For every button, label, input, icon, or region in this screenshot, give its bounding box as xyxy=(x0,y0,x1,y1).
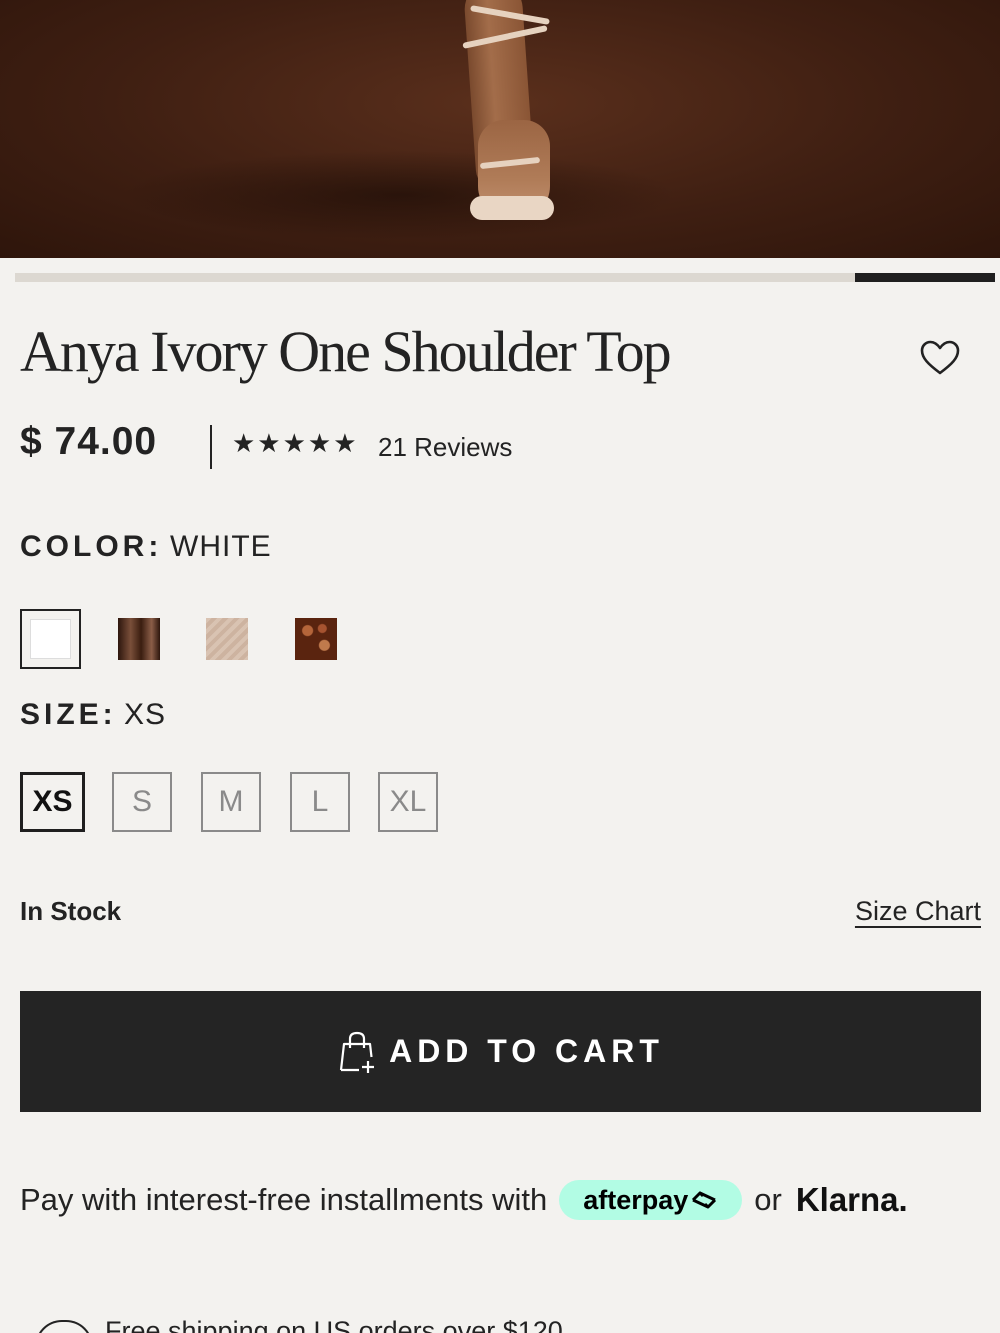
rating-stars[interactable]: ★★★★★ xyxy=(232,428,359,459)
add-to-cart-button[interactable]: ADD TO CART xyxy=(20,991,981,1112)
color-swatch-rust-print[interactable] xyxy=(295,618,337,660)
wishlist-button[interactable] xyxy=(918,338,962,378)
payment-or: or xyxy=(754,1182,782,1217)
color-value: WHITE xyxy=(170,530,272,563)
carousel-progress-fill xyxy=(855,273,995,282)
afterpay-badge[interactable]: afterpay xyxy=(559,1180,743,1220)
size-option-m[interactable]: M xyxy=(201,772,261,832)
image-shadow xyxy=(120,150,680,240)
size-chart-link[interactable]: Size Chart xyxy=(855,896,981,927)
product-title: Anya Ivory One Shoulder Top xyxy=(20,319,672,384)
size-value: XS xyxy=(124,698,167,731)
product-page: Anya Ivory One Shoulder Top $ 74.00 ★★★★… xyxy=(0,0,1000,1333)
reviews-link[interactable]: 21 Reviews xyxy=(378,432,512,463)
shopping-bag-add-icon xyxy=(339,1031,375,1073)
price-divider xyxy=(210,425,212,469)
swatch-fill xyxy=(30,619,71,659)
stock-status: In Stock xyxy=(20,896,122,926)
color-label: COLOR: xyxy=(20,530,163,563)
carousel-progress xyxy=(15,273,995,282)
image-sandal-sole xyxy=(470,196,554,220)
shipping-icon xyxy=(35,1320,93,1333)
color-swatch-white[interactable] xyxy=(20,609,81,669)
color-swatch-brown-satin[interactable] xyxy=(118,618,160,660)
afterpay-label: afterpay xyxy=(583,1184,689,1215)
payment-options: Pay with interest-free installments with… xyxy=(20,1180,908,1220)
afterpay-logo-icon xyxy=(692,1191,717,1209)
size-option-xl[interactable]: XL xyxy=(378,772,438,832)
size-option-l[interactable]: L xyxy=(290,772,350,832)
size-label: SIZE: xyxy=(20,698,117,731)
color-swatch-taupe[interactable] xyxy=(206,618,248,660)
klarna-logo[interactable]: Klarna. xyxy=(796,1181,908,1219)
product-price: $ 74.00 xyxy=(20,420,158,463)
size-option-s[interactable]: S xyxy=(112,772,172,832)
product-image[interactable] xyxy=(0,0,1000,258)
shipping-info: Free shipping on US orders over $120 xyxy=(105,1316,563,1333)
add-to-cart-label: ADD TO CART xyxy=(389,1033,664,1069)
heart-icon xyxy=(920,340,960,375)
payment-text: Pay with interest-free installments with xyxy=(20,1182,548,1217)
size-option-xs[interactable]: XS xyxy=(20,772,85,832)
